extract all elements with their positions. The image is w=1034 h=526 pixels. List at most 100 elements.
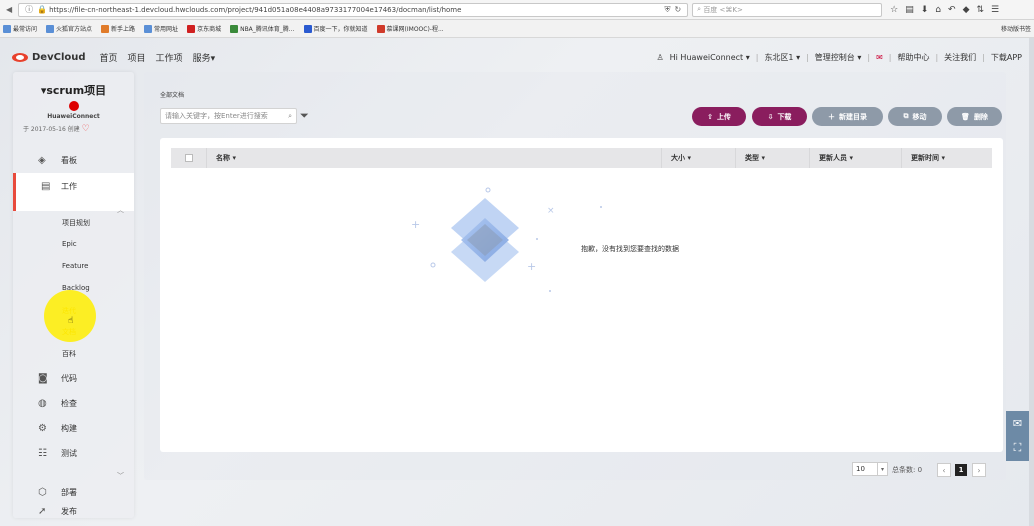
shield-icon[interactable]: ⛨ — [664, 5, 670, 15]
top-navigation: DevCloud 首页 项目 工作项 服务▾ ♙ Hi HuaweiConnec… — [0, 38, 1034, 76]
browser-search-placeholder: 百度 <⌘K> — [703, 5, 743, 14]
undo-icon[interactable]: ↶ — [948, 5, 956, 15]
nav-workitems[interactable]: 工作项 — [156, 51, 183, 64]
subitem-wiki[interactable]: 百科 — [62, 349, 76, 359]
chevron-up-icon[interactable]: ︿ — [117, 205, 124, 215]
nav-projects[interactable]: 项目 — [128, 51, 146, 64]
globe-icon: ◍ — [38, 398, 47, 409]
heart-icon[interactable]: ♡ — [82, 124, 90, 134]
sidebar-item-build[interactable]: ⚙ 构建 — [13, 416, 134, 441]
table-header: 名称 ▾ 大小 ▾ 类型 ▾ 更新人员 ▾ 更新时间 ▾ — [171, 148, 992, 168]
subitem-epic[interactable]: Epic — [62, 240, 77, 248]
next-page-button[interactable]: › — [972, 463, 986, 477]
scan-icon[interactable]: ⛶ — [1014, 441, 1022, 455]
hand-pointer-icon: ☝ — [68, 316, 74, 326]
column-type[interactable]: 类型 ▾ — [735, 148, 809, 168]
bookmark-item[interactable]: 慕课网(IMOOC)-程... — [376, 24, 444, 33]
doc-search-input[interactable]: 请输入关键字，按Enter进行搜索 ⌕ — [160, 108, 297, 124]
sidebar-item-code[interactable]: ◙ 代码 — [13, 366, 134, 391]
project-name[interactable]: ▾scrum项目 — [13, 82, 134, 98]
subitem-planning[interactable]: 项目规划 — [62, 218, 90, 228]
url-text: https://file-cn-northeast-1.devcloud.hwc… — [49, 5, 462, 14]
mobile-bookmarks[interactable]: 移动版书签 — [1001, 24, 1031, 33]
breadcrumb[interactable]: 全部文档 — [160, 90, 184, 99]
page-size-select[interactable]: 10 ▾ — [852, 462, 888, 476]
sidebar-item-label: 发布 — [61, 506, 77, 516]
column-update-time[interactable]: 更新时间 ▾ — [901, 148, 992, 168]
extension-icon[interactable]: ◆ — [963, 5, 970, 15]
svg-text:+: + — [527, 260, 536, 273]
move-icon: ⧉ — [903, 112, 909, 120]
console-menu[interactable]: 管理控制台 ▾ — [815, 52, 862, 63]
sort-icon: ▾ — [687, 154, 691, 162]
sort-icon: ▾ — [941, 154, 945, 162]
bookmark-item[interactable]: 新手上路 — [101, 24, 135, 33]
download-icon[interactable]: ⬇ — [921, 5, 929, 15]
devcloud-logo[interactable]: DevCloud — [12, 52, 86, 63]
subitem-feature[interactable]: Feature — [62, 262, 88, 270]
select-all-checkbox[interactable] — [171, 148, 206, 168]
nav-services[interactable]: 服务▾ — [193, 51, 216, 64]
svg-text:+: + — [411, 218, 420, 231]
reading-list-icon[interactable]: ▤ — [905, 5, 914, 15]
gear-icon: ⚙ — [38, 423, 47, 434]
filter-icon[interactable]: ⏷ — [300, 109, 309, 123]
sort-icon: ▾ — [761, 154, 765, 162]
sidebar-item-check[interactable]: ◍ 检查 — [13, 391, 134, 416]
sidebar-item-release[interactable]: ➚ 发布 — [13, 504, 134, 518]
mail-icon[interactable]: ✉ — [876, 53, 883, 62]
column-updater[interactable]: 更新人员 ▾ — [809, 148, 901, 168]
svg-text:×: × — [547, 206, 555, 216]
new-folder-button[interactable]: ＋新建目录 — [812, 107, 883, 126]
bookmark-item[interactable]: 最常访问 — [3, 24, 37, 33]
user-menu[interactable]: Hi HuaweiConnect ▾ — [670, 53, 750, 62]
download-button[interactable]: ⇩ 下载 — [752, 107, 807, 126]
follow-link[interactable]: 关注我们 — [944, 52, 976, 63]
browser-search-field[interactable]: ⌕ 百度 <⌘K> — [692, 2, 883, 17]
sidebar-item-test[interactable]: ☷ 测试 — [13, 441, 134, 466]
download-app-link[interactable]: 下载APP — [991, 52, 1022, 63]
help-center-link[interactable]: 帮助中心 — [897, 52, 929, 63]
page-size-value: 10 — [856, 465, 865, 473]
column-size[interactable]: 大小 ▾ — [661, 148, 735, 168]
bookmark-item[interactable]: 京东商城 — [187, 24, 221, 33]
upload-button[interactable]: ⇧ 上传 — [692, 107, 746, 126]
camera-icon: ◙ — [38, 373, 48, 384]
bookmark-item[interactable]: 百度一下，你就知道 — [303, 24, 368, 33]
reload-icon[interactable]: ↻ — [674, 5, 681, 14]
prev-page-button[interactable]: ‹ — [937, 463, 951, 477]
bookmark-item[interactable]: 常用网址 — [144, 24, 178, 33]
sidebar-item-label: 看板 — [61, 156, 77, 165]
sync-icon[interactable]: ⇅ — [976, 5, 984, 15]
sidebar-item-label: 代码 — [61, 374, 77, 383]
column-name[interactable]: 名称 ▾ — [206, 148, 661, 168]
search-icon: ⌕ — [697, 5, 702, 13]
huawei-logo-icon — [68, 101, 79, 111]
search-icon[interactable]: ⌕ — [288, 112, 292, 121]
sidebar-item-label: 工作 — [61, 182, 77, 191]
current-page[interactable]: 1 — [955, 464, 967, 476]
browser-toolbar: ◀ ⓘ 🔒 https://file-cn-northeast-1.devclo… — [0, 0, 1034, 20]
menu-icon[interactable]: ☰ — [991, 5, 999, 15]
delete-button[interactable]: 🗑 删除 — [947, 107, 1002, 126]
sidebar-item-work[interactable]: ▤ 工作 — [13, 173, 134, 211]
sidebar-item-deploy[interactable]: ⬡ 部署 — [13, 480, 134, 505]
home-icon[interactable]: ⌂ — [935, 5, 941, 15]
page-scrollbar[interactable] — [1029, 38, 1034, 526]
search-placeholder: 请输入关键字，按Enter进行搜索 — [165, 112, 268, 120]
download-icon: ⇩ — [767, 112, 774, 121]
region-menu[interactable]: 东北区1 ▾ — [764, 52, 800, 63]
star-icon[interactable]: ☆ — [890, 5, 898, 15]
nav-home[interactable]: 首页 — [100, 51, 118, 64]
project-owner: HuaweiConnect — [47, 113, 100, 120]
mail-icon[interactable]: ✉ — [1013, 417, 1022, 430]
url-field[interactable]: ⓘ 🔒 https://file-cn-northeast-1.devcloud… — [18, 2, 689, 17]
bookmarks-bar: 最常访问 火狐官方站点 新手上路 常用网址 京东商城 NBA_腾讯体育_腾...… — [0, 20, 1034, 38]
back-icon[interactable]: ◀ — [6, 5, 12, 14]
bookmark-item[interactable]: 火狐官方站点 — [46, 24, 92, 33]
bookmark-item[interactable]: NBA_腾讯体育_腾... — [230, 24, 295, 33]
move-button[interactable]: ⧉ 移动 — [888, 107, 942, 126]
sidebar-item-kanban[interactable]: ◈ 看板 — [13, 148, 134, 173]
info-icon[interactable]: ⓘ — [25, 4, 33, 15]
chevron-down-icon: ▾ — [877, 463, 887, 475]
